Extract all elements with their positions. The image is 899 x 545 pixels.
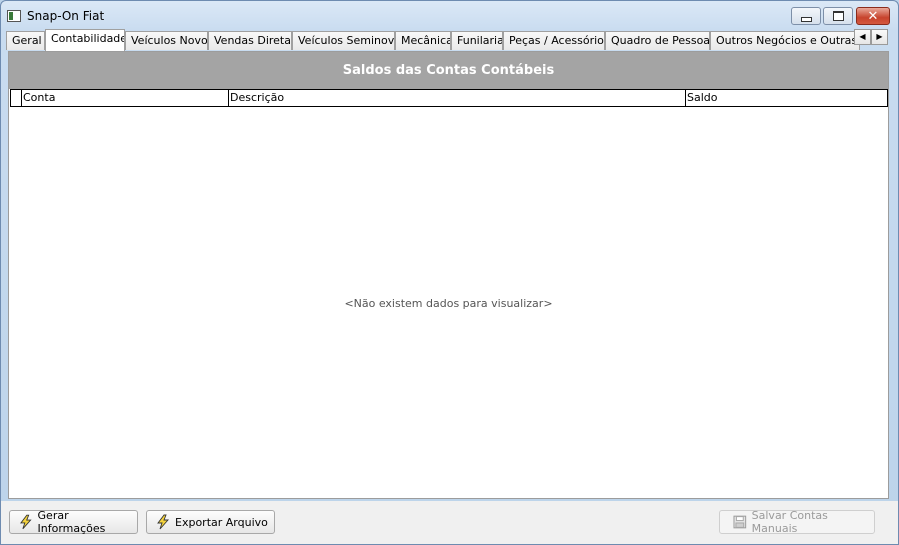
app-window-icon: [7, 10, 21, 22]
tab-pecas-acessorios[interactable]: Peças / Acessórios: [503, 31, 605, 50]
generate-info-button[interactable]: Gerar Informações: [9, 509, 138, 535]
tab-scroll-right-button[interactable]: ▶: [871, 29, 888, 45]
title-bar[interactable]: Snap-On Fiat ✕: [1, 1, 898, 31]
save-manual-accounts-button[interactable]: Salvar Contas Manuais: [719, 509, 875, 535]
tab-scroll-arrows: ◀ ▶: [854, 29, 891, 45]
export-file-button[interactable]: Exportar Arquivo: [146, 510, 275, 534]
tab-contabilidade[interactable]: Contabilidade: [45, 29, 125, 51]
empty-grid-message: <Não existem dados para visualizar>: [344, 297, 553, 310]
column-header-descricao[interactable]: Descrição: [228, 90, 685, 106]
tab-veiculos-novos[interactable]: Veículos Novos: [125, 31, 208, 50]
floppy-disk-icon: [733, 515, 747, 529]
lightning-bolt-icon: [20, 514, 32, 530]
tab-outros-negocios[interactable]: Outros Negócios e Outras Margens: [710, 31, 860, 50]
minimize-button[interactable]: [791, 7, 821, 25]
tab-veiculos-seminovos[interactable]: Veículos Seminovos: [292, 31, 395, 50]
save-manual-accounts-label: Salvar Contas Manuais: [751, 509, 828, 535]
tab-content-panel: Saldos das Contas Contábeis Conta Descri…: [8, 51, 889, 499]
tab-quadro-de-pessoas[interactable]: Quadro de Pessoas: [605, 31, 710, 50]
button-bar: Gerar Informações Exportar Arquivo Salva…: [1, 501, 898, 544]
tab-funilaria[interactable]: Funilaria: [451, 31, 503, 50]
minimize-icon: [800, 16, 812, 22]
generate-info-label: Gerar Informações: [37, 509, 106, 535]
tab-strip: Geral Contabilidade Veículos Novos Venda…: [6, 29, 894, 51]
lightning-bolt-icon: [157, 514, 170, 530]
export-file-label: Exportar Arquivo: [175, 515, 268, 529]
tab-scroll-left-button[interactable]: ◀: [854, 29, 871, 45]
maximize-icon: [832, 11, 844, 21]
tab-mecanica[interactable]: Mecânica: [395, 31, 451, 50]
column-header-conta[interactable]: Conta: [21, 90, 228, 106]
main-window: Snap-On Fiat ✕ Geral Contabilidade Veícu…: [0, 0, 899, 545]
grid-title: Saldos das Contas Contábeis: [9, 52, 888, 89]
tab-vendas-diretas[interactable]: Vendas Diretas: [208, 31, 292, 50]
tab-geral[interactable]: Geral: [6, 31, 45, 50]
chevron-right-icon: ▶: [876, 32, 883, 41]
close-button[interactable]: ✕: [856, 7, 890, 25]
close-icon: ✕: [867, 8, 879, 24]
column-header-saldo[interactable]: Saldo: [685, 90, 887, 106]
column-header-row: Conta Descrição Saldo: [10, 89, 888, 107]
chevron-left-icon: ◀: [859, 32, 866, 41]
row-indicator-header[interactable]: [11, 90, 21, 106]
window-title: Snap-On Fiat: [27, 9, 105, 23]
maximize-button[interactable]: [823, 7, 853, 25]
